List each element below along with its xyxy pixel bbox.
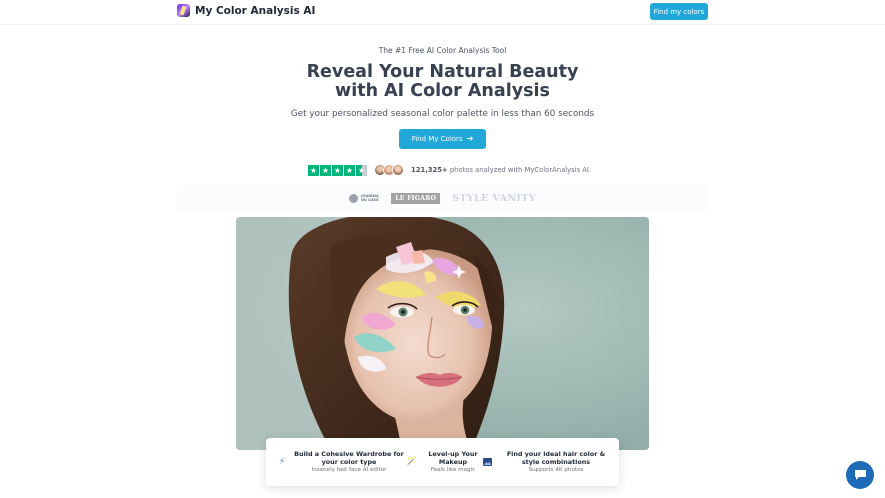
hero-headline: Reveal Your Natural Beauty with AI Color… [0,63,885,101]
image-icon [481,456,493,468]
trustpilot-rating: ★ ★ ★ ★ ★ [308,164,367,176]
feature-makeup: 🪄 Level-up Your Makeup Feels like magic [406,438,486,486]
photos-analyzed-count: 121,325+ [411,166,448,174]
feature-wardrobe-subtitle: Insanely fast face AI editor [311,467,387,474]
feature-wardrobe-title-line1: Build a Cohesive Wardrobe for [294,449,404,458]
photos-analyzed-label: photos analyzed with MyColorAnalysis AI. [449,166,592,174]
hero-portrait-image [236,217,649,450]
journal-du-luxe-line2: DU LUXE [361,198,379,202]
star-icon: ★ [320,164,331,176]
brand-name: My Color Analysis AI [195,4,316,17]
hero-subheadline: Get your personalized seasonal color pal… [290,109,595,119]
feature-hair: Find your ideal hair color & style combi… [481,438,617,486]
half-star-icon: ★ [356,164,367,176]
hero-eyebrow: The #1 Free AI Color Analysis Tool [378,46,507,55]
portrait-illustration [236,217,649,450]
magic-wand-icon: 🪄 [406,457,418,467]
hero-headline-line2: with AI Color Analysis [335,81,550,101]
social-proof: ★ ★ ★ ★ ★ 121,325+ photos analyzed with … [308,163,591,177]
photos-analyzed-text: 121,325+ photos analyzed with MyColorAna… [411,166,591,174]
le-figaro-logo: LE FIGARO [391,192,441,204]
chat-bubble-icon [854,470,866,480]
feature-makeup-title-line2: Makeup [438,458,468,466]
arrow-right-icon: ➔ [466,134,474,143]
find-my-colors-nav-button[interactable]: Find my colors [650,3,708,20]
star-icon: ★ [332,164,343,176]
feature-hair-title-line1: Find your ideal hair color & [506,449,606,458]
find-my-colors-button-label: Find My Colors [411,135,463,143]
chat-launcher-button[interactable] [846,461,874,489]
feature-makeup-subtitle: Feels like magic [430,467,476,474]
feature-highlights-card: ⚡ Build a Cohesive Wardrobe for your col… [266,438,619,486]
hero-headline-line1: Reveal Your Natural Beauty [306,62,579,82]
palette-logo-icon [177,4,190,17]
feature-makeup-title-line1: Level-up Your [428,449,478,458]
avatar [392,164,404,176]
star-icon: ★ [344,164,355,176]
feature-hair-subtitle: Supports 4K photos [528,467,584,474]
user-avatars [374,164,404,176]
feature-hair-title-line2: style combinations [521,458,591,466]
star-icon: ★ [308,164,319,176]
feature-wardrobe: ⚡ Build a Cohesive Wardrobe for your col… [276,438,406,486]
journal-du-luxe-mark-icon [349,193,359,203]
find-my-colors-button[interactable]: Find My Colors ➔ [399,129,486,149]
press-logos: JOURNAL DU LUXE LE FIGARO STYLE VANITY [177,185,708,211]
brand[interactable]: My Color Analysis AI [177,4,315,17]
lightning-icon: ⚡ [278,457,286,467]
top-navigation: My Color Analysis AI Find my colors [0,0,885,25]
style-vanity-logo: STYLE VANITY [452,192,536,204]
feature-wardrobe-title-line2: your color type [321,458,377,466]
journal-du-luxe-logo: JOURNAL DU LUXE [349,193,379,203]
